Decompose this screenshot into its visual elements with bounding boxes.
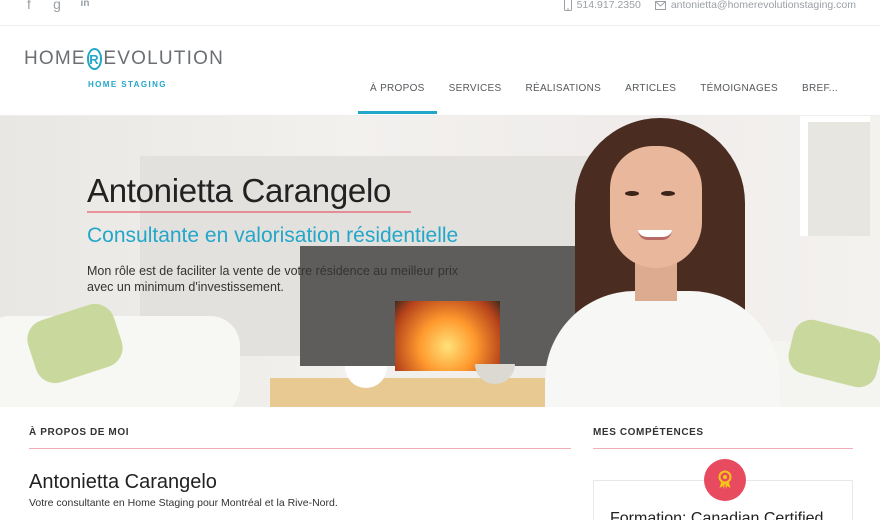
- hero-banner: Antonietta Carangelo Consultante en valo…: [0, 116, 880, 407]
- hero-fire: [395, 301, 500, 371]
- contact-info: 514.917.2350 antonietta@homerevolutionst…: [563, 0, 856, 11]
- about-section: À PROPOS DE MOI Antonietta Carangelo Vot…: [29, 427, 571, 509]
- top-bar: f g in 514.917.2350 antonietta@homerevol…: [0, 0, 880, 26]
- hero-title-underline: [87, 211, 411, 213]
- linkedin-icon[interactable]: in: [78, 0, 92, 12]
- about-tagline: Votre consultante en Home Staging pour M…: [29, 497, 338, 509]
- email-item[interactable]: antonietta@homerevolutionstaging.com: [654, 0, 856, 11]
- skills-section: MES COMPÉTENCES Formation: Canadian Cert…: [593, 427, 853, 520]
- email-address: antonietta@homerevolutionstaging.com: [670, 0, 856, 11]
- hero-subtitle: Consultante en valorisation résidentiell…: [87, 224, 459, 247]
- skill-card-title: Formation: Canadian Certified: [610, 510, 824, 520]
- portrait-eye-right: [661, 191, 675, 196]
- about-heading: À PROPOS DE MOI: [29, 427, 571, 449]
- social-links: f g in: [22, 0, 92, 12]
- skills-heading: MES COMPÉTENCES: [593, 427, 853, 449]
- nav-tab-a-propos[interactable]: À PROPOS: [358, 82, 437, 114]
- skill-card: Formation: Canadian Certified: [593, 459, 853, 520]
- hero-text: Antonietta Carangelo Consultante en valo…: [87, 171, 517, 295]
- nav-tab-services[interactable]: SERVICES: [437, 82, 514, 114]
- nav-tab-realisations[interactable]: RÉALISATIONS: [513, 82, 613, 114]
- logo-evolution: EVOLUTION: [103, 48, 224, 69]
- facebook-icon[interactable]: f: [22, 0, 36, 12]
- phone-item[interactable]: 514.917.2350: [563, 0, 641, 11]
- logo-wordmark: HOME R EVOLUTION: [24, 48, 224, 70]
- nav-tab-articles[interactable]: ARTICLES: [613, 82, 688, 114]
- award-badge: [704, 459, 746, 501]
- hero-portrait: [545, 116, 800, 407]
- nav-tab-bref[interactable]: BREF...: [790, 82, 850, 114]
- site-logo[interactable]: HOME R EVOLUTION HOME STAGING: [24, 48, 224, 98]
- hero-title: Antonietta Carangelo: [87, 172, 392, 209]
- hero-description: Mon rôle est de faciliter la vente de vo…: [87, 264, 459, 294]
- award-ribbon-icon: [718, 470, 732, 489]
- logo-subtitle: HOME STAGING: [88, 80, 167, 89]
- logo-r-mark: R: [86, 48, 103, 70]
- phone-icon: [563, 0, 572, 11]
- phone-number: 514.917.2350: [576, 0, 641, 11]
- logo-home: HOME: [24, 48, 86, 69]
- nav-tab-temoignages[interactable]: TÉMOIGNAGES: [688, 82, 790, 114]
- portrait-face: [610, 146, 702, 268]
- main-nav: À PROPOS SERVICES RÉALISATIONS ARTICLES …: [358, 82, 850, 114]
- portrait-eye-left: [625, 191, 639, 196]
- about-name: Antonietta Carangelo: [29, 471, 217, 493]
- site-header: HOME R EVOLUTION HOME STAGING À PROPOS S…: [0, 26, 880, 116]
- portrait-smile: [638, 230, 672, 240]
- hero-window: [800, 116, 870, 236]
- mail-icon: [654, 0, 666, 10]
- hero-coffee-table: [270, 378, 550, 407]
- google-plus-icon[interactable]: g: [50, 0, 64, 12]
